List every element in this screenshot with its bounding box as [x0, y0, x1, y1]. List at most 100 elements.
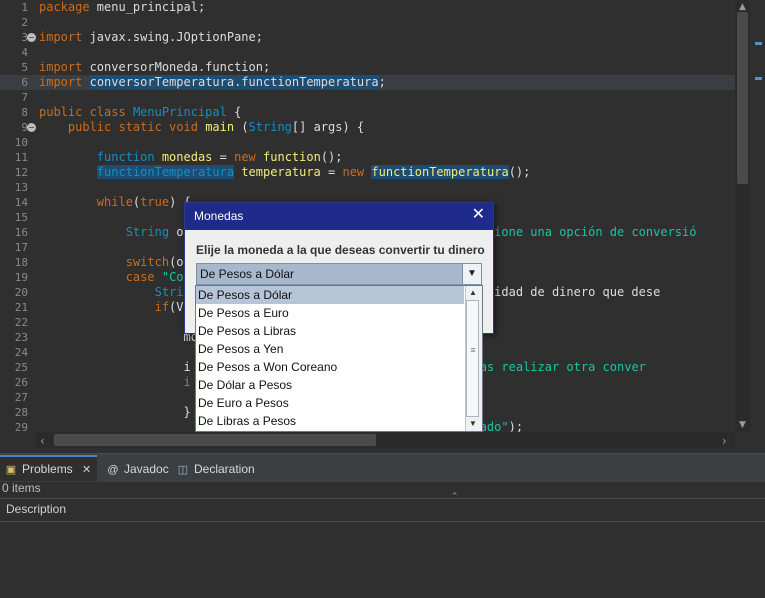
tab-label: Problems — [22, 462, 73, 476]
dialog-title: Monedas — [194, 209, 244, 223]
chevron-down-icon[interactable]: ▼ — [462, 264, 481, 284]
code-line[interactable]: 1 package menu_principal; — [0, 0, 735, 15]
close-icon[interactable]: ✕ — [82, 464, 91, 476]
code-line[interactable]: 10 — [0, 135, 735, 150]
code-text[interactable]: function monedas = new function(); — [39, 150, 343, 165]
horizontal-scroll-thumb[interactable] — [54, 434, 376, 446]
code-text[interactable]: switch(op — [39, 255, 191, 270]
code-line[interactable]: 12 functionTemperatura temperatura = new… — [0, 165, 735, 180]
line-number: 23 — [14, 331, 28, 344]
vertical-scroll-thumb[interactable] — [737, 12, 748, 184]
code-token: String — [125, 225, 170, 239]
code-token: import — [39, 60, 83, 74]
dropdown-option[interactable]: De Libras a Pesos — [196, 412, 464, 430]
occurrence-marker[interactable] — [755, 77, 762, 80]
code-text[interactable]: import conversorMoneda.function; — [39, 60, 270, 75]
dropdown-option[interactable]: De Pesos a Libras — [196, 322, 464, 340]
code-token: ; — [378, 75, 386, 89]
code-line[interactable]: 5 import conversorMoneda.function; — [0, 60, 735, 75]
code-line[interactable]: 8 public class MenuPrincipal { — [0, 105, 735, 120]
code-text[interactable]: i — [39, 375, 191, 390]
scroll-up-icon[interactable]: ▲ — [466, 288, 480, 297]
code-text[interactable]: import conversorTemperatura.functionTemp… — [39, 75, 386, 90]
code-token: public static void — [67, 120, 198, 134]
code-line[interactable]: 2 — [0, 15, 735, 30]
code-token: new — [234, 150, 256, 164]
declaration-icon: ◫ — [177, 464, 189, 476]
table-header: Description — [0, 498, 765, 522]
code-line[interactable]: 3− import javax.swing.JOptionPane; — [0, 30, 735, 45]
scroll-down-icon[interactable]: ▼ — [739, 420, 746, 430]
code-text[interactable]: case "Con — [39, 270, 191, 285]
scroll-left-icon[interactable]: ‹ — [40, 434, 45, 448]
currency-dropdown-list[interactable]: De Pesos a Dólar De Pesos a Euro De Pesos … — [195, 285, 483, 432]
javadoc-icon: @ — [107, 464, 119, 476]
description-column-header[interactable]: Description — [6, 502, 66, 516]
code-token: = — [320, 165, 343, 179]
code-text[interactable]: functionTemperatura temperatura = new fu… — [39, 165, 530, 180]
code-line[interactable]: 13 — [0, 180, 735, 195]
code-text[interactable]: } — [39, 405, 190, 420]
dropdown-option[interactable]: De Pesos a Dólar — [196, 286, 464, 304]
line-number: 16 — [14, 226, 28, 239]
close-icon[interactable]: ✕ — [472, 206, 485, 224]
tab-declaration[interactable]: ◫ Declaration — [176, 457, 255, 481]
code-text[interactable]: package menu_principal; — [39, 0, 205, 15]
overview-ruler[interactable] — [751, 0, 765, 432]
code-token: MenuPrincipal — [132, 105, 227, 119]
code-token: monedas — [161, 150, 213, 164]
line-number: 7 — [21, 91, 28, 104]
line-number: 14 — [14, 196, 28, 209]
code-text[interactable]: while(true) { — [39, 195, 191, 210]
line-number: 28 — [14, 406, 28, 419]
line-number: 8 — [21, 106, 28, 119]
fold-toggle-icon[interactable]: − — [27, 123, 36, 132]
scroll-down-icon[interactable]: ▼ — [466, 419, 480, 428]
code-line[interactable]: 7 — [0, 90, 735, 105]
code-token: functionTemperatura — [371, 165, 509, 179]
tab-problems[interactable]: ▣ Problems ✕ — [0, 455, 98, 481]
code-line[interactable]: 11 function monedas = new function(); — [0, 150, 735, 165]
code-text[interactable]: import javax.swing.JOptionPane; — [39, 30, 263, 45]
code-line[interactable]: 6 import conversorTemperatura.functionTem… — [0, 75, 735, 90]
dropdown-option[interactable]: De Pesos a Yen — [196, 340, 464, 358]
scroll-up-icon[interactable]: ▲ — [739, 2, 746, 12]
code-text[interactable]: public static void main (String[] args) … — [39, 120, 364, 135]
dropdown-option[interactable]: De Dólar a Pesos — [196, 376, 464, 394]
dropdown-scroll-thumb[interactable] — [466, 300, 479, 417]
dropdown-option[interactable]: De Euro a Pesos — [196, 394, 464, 412]
line-number: 24 — [14, 346, 28, 359]
code-token: temperatura — [241, 165, 321, 179]
tab-javadoc[interactable]: @ Javadoc — [106, 457, 168, 481]
code-text[interactable]: public class MenuPrincipal { — [39, 105, 241, 120]
line-number: 19 — [14, 271, 28, 284]
code-token: package — [39, 0, 90, 14]
scroll-right-icon[interactable]: › — [722, 434, 727, 448]
code-token: case — [125, 270, 155, 284]
line-number: 13 — [14, 181, 28, 194]
dialog-title-bar[interactable]: Monedas ✕ — [185, 203, 493, 230]
code-text[interactable]: mo — [39, 330, 197, 345]
code-token: if — [154, 300, 170, 314]
code-line[interactable]: 9− public static void main (String[] arg… — [0, 120, 735, 135]
code-token: new — [342, 165, 365, 179]
occurrence-marker[interactable] — [755, 42, 762, 45]
currency-select[interactable]: De Pesos a Dólar ▼ — [196, 263, 482, 285]
code-text[interactable]: if(V — [39, 300, 184, 315]
dropdown-option[interactable]: De Pesos a Won Coreano — [196, 358, 464, 376]
code-line[interactable]: 4 — [0, 45, 735, 60]
code-token: i — [183, 375, 191, 389]
grip-icon: ≡ — [470, 345, 476, 355]
fold-toggle-icon[interactable]: − — [27, 33, 36, 42]
code-token: javax.swing.JOptionPane; — [82, 30, 263, 44]
dropdown-option[interactable]: De Pesos a Euro — [196, 304, 464, 322]
code-token: import — [39, 75, 83, 89]
